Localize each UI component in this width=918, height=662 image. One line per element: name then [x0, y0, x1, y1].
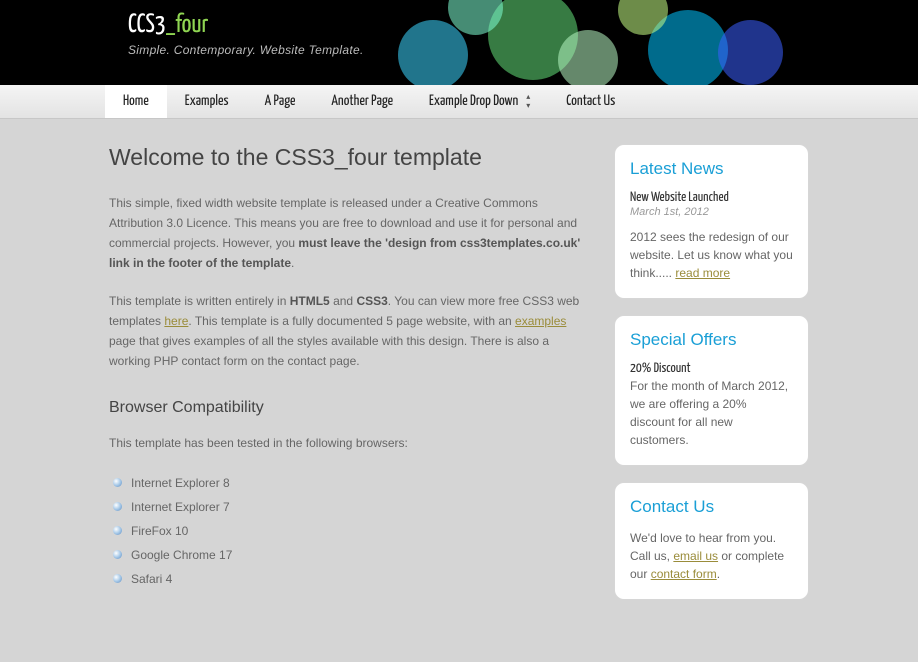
- read-more-link[interactable]: read more: [675, 266, 730, 280]
- list-item: Internet Explorer 8: [109, 471, 589, 495]
- nav-dropdown[interactable]: Example Drop Down ▴▾: [411, 85, 548, 118]
- nav-home[interactable]: Home: [105, 85, 167, 118]
- card-heading: Latest News: [630, 159, 793, 179]
- news-item-title: New Website Launched: [630, 191, 793, 205]
- content-container: Welcome to the CSS3_four template This s…: [109, 119, 809, 600]
- contact-body: We'd love to hear from you. Call us, ema…: [630, 529, 793, 583]
- main-column: Welcome to the CSS3_four template This s…: [109, 144, 589, 600]
- intro-paragraph-2: This template is written entirely in HTM…: [109, 291, 589, 371]
- nav-contact-us[interactable]: Contact Us: [548, 85, 633, 118]
- nav-another-page[interactable]: Another Page: [313, 85, 411, 118]
- sidebar: Latest News New Website Launched March 1…: [614, 144, 809, 600]
- main-nav: Home Examples A Page Another Page Exampl…: [0, 85, 918, 119]
- list-item: Internet Explorer 7: [109, 495, 589, 519]
- examples-link[interactable]: examples: [515, 314, 566, 328]
- logo-subtitle: Simple. Contemporary. Website Template.: [128, 43, 364, 57]
- contact-form-link[interactable]: contact form: [651, 567, 717, 581]
- dropdown-caret-icon: ▴▾: [526, 93, 530, 110]
- contact-us-card: Contact Us We'd love to hear from you. C…: [614, 482, 809, 600]
- browser-compat-intro: This template has been tested in the fol…: [109, 433, 589, 453]
- header: CCS3_four Simple. Contemporary. Website …: [0, 0, 918, 85]
- list-item: FireFox 10: [109, 519, 589, 543]
- news-body: 2012 sees the redesign of our website. L…: [630, 228, 793, 282]
- here-link[interactable]: here: [164, 314, 188, 328]
- nav-a-page[interactable]: A Page: [247, 85, 314, 118]
- list-item: Safari 4: [109, 567, 589, 591]
- card-heading: Special Offers: [630, 330, 793, 350]
- offer-title: 20% Discount: [630, 362, 793, 376]
- browser-list: Internet Explorer 8 Internet Explorer 7 …: [109, 471, 589, 591]
- email-us-link[interactable]: email us: [673, 549, 718, 563]
- header-bokeh-art: [368, 0, 818, 85]
- nav-examples[interactable]: Examples: [167, 85, 247, 118]
- page-title: Welcome to the CSS3_four template: [109, 144, 589, 171]
- site-logo[interactable]: CCS3_four Simple. Contemporary. Website …: [128, 14, 364, 57]
- offer-body: For the month of March 2012, we are offe…: [630, 377, 793, 449]
- special-offers-card: Special Offers 20% Discount For the mont…: [614, 315, 809, 466]
- list-item: Google Chrome 17: [109, 543, 589, 567]
- intro-paragraph-1: This simple, fixed width website templat…: [109, 193, 589, 273]
- browser-compat-heading: Browser Compatibility: [109, 399, 589, 417]
- news-date: March 1st, 2012: [630, 206, 793, 218]
- card-heading: Contact Us: [630, 497, 793, 517]
- logo-title: CCS3_four: [128, 14, 364, 39]
- latest-news-card: Latest News New Website Launched March 1…: [614, 144, 809, 299]
